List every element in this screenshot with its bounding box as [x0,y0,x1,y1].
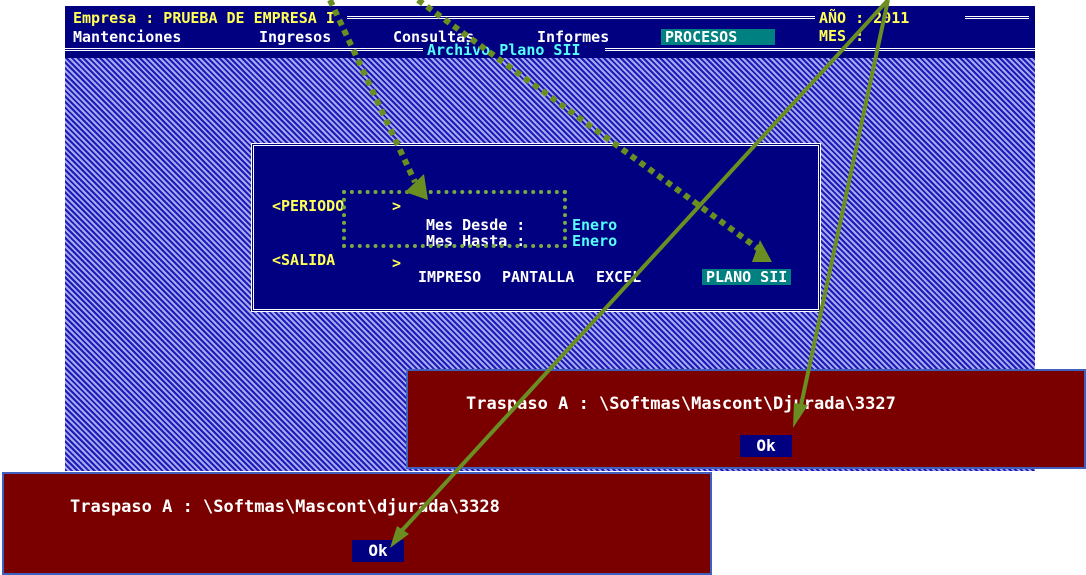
salida-label[interactable]: <SALIDA [272,252,335,268]
salida-arrow: > [392,254,402,272]
month-label: MES : [819,27,865,45]
header-divider [347,16,815,19]
option-plano-sii[interactable]: PLANO SII [702,269,792,285]
ok-button-3328[interactable]: Ok [352,540,404,562]
subtitle: Archivo Plano SII [427,41,581,59]
transfer-message-3328: Traspaso A : \Softmas\Mascont\djurada\33… [70,497,500,517]
header-divider-right [965,16,1029,19]
option-pantalla[interactable]: PANTALLA [502,269,574,285]
company-title: Empresa : PRUEBA DE EMPRESA I [73,9,335,27]
periodo-label[interactable]: <PERIODO [272,198,344,214]
option-excel[interactable]: EXCEL [596,269,641,285]
subtitle-divider-left [65,48,423,51]
menu-ingresos[interactable]: Ingresos [259,29,331,45]
transfer-message-3327: Traspaso A : \Softmas\Mascont\Djurada\33… [466,394,896,414]
menu-mantenciones[interactable]: Mantenciones [73,29,181,45]
subtitle-divider-right [605,48,1035,51]
menu-procesos[interactable]: PROCESOS [661,29,775,45]
year-label: AÑO : 2011 [819,9,910,27]
annotation-dotted-box [342,190,567,248]
mes-hasta-value[interactable]: Enero [572,233,617,249]
ok-button-3327[interactable]: Ok [740,435,792,457]
option-impreso[interactable]: IMPRESO [418,269,481,285]
mes-desde-value[interactable]: Enero [572,217,617,233]
transfer-popup-3328: Traspaso A : \Softmas\Mascont\djurada\33… [2,472,712,575]
transfer-popup-3327: Traspaso A : \Softmas\Mascont\Djurada\33… [406,369,1086,469]
